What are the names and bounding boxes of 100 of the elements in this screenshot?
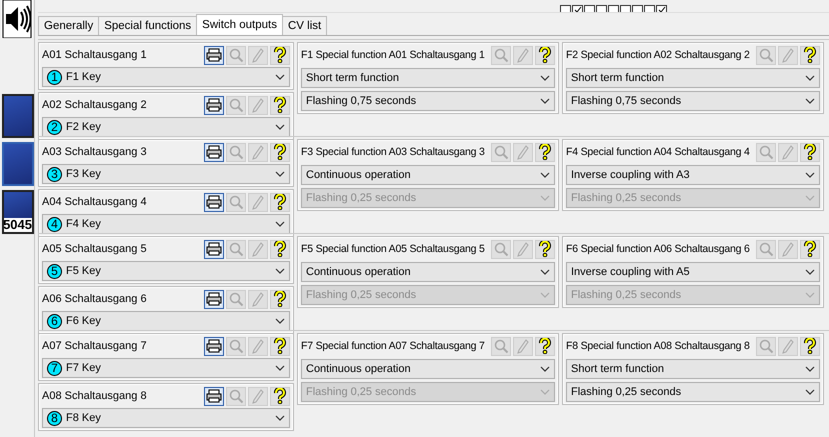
function-title: F1 Special function A01 Schaltausgang 1 — [301, 49, 486, 61]
help-icon — [274, 144, 286, 160]
printer-icon — [206, 145, 222, 159]
help-button[interactable] — [270, 96, 290, 114]
printer-icon — [206, 389, 222, 403]
help-button[interactable] — [270, 240, 290, 258]
tab[interactable]: Generally — [38, 16, 100, 35]
search-icon — [494, 242, 508, 256]
photo-placeholder — [4, 96, 32, 136]
function-title: F7 Special function A07 Schaltausgang 7 — [301, 340, 486, 352]
number-badge: 6 — [47, 314, 62, 328]
output-title: A06 Schaltausgang 6 — [42, 293, 148, 305]
pencil-icon — [517, 48, 529, 62]
help-button[interactable] — [800, 240, 820, 258]
print-button[interactable] — [204, 240, 224, 258]
search-button[interactable] — [756, 240, 776, 258]
mode-dropdown[interactable]: Continuous operation — [301, 262, 555, 282]
search-button[interactable] — [491, 46, 511, 64]
caret-icon — [275, 74, 285, 80]
search-button[interactable] — [756, 336, 776, 356]
search-icon — [228, 388, 244, 404]
help-icon — [539, 144, 551, 160]
function-title: F8 Special function A08 Schaltausgang 8 — [566, 340, 751, 352]
search-button[interactable] — [756, 46, 776, 64]
help-button[interactable] — [270, 336, 290, 356]
key-dropdown[interactable]: 7 F7 Key — [42, 358, 290, 378]
caret-icon — [540, 366, 550, 372]
caret-icon — [275, 268, 285, 274]
mode-dropdown[interactable]: Short term function — [301, 68, 555, 88]
help-button[interactable] — [535, 142, 555, 162]
key-dropdown[interactable]: 6 F6 Key — [42, 311, 290, 331]
help-button[interactable] — [535, 240, 555, 258]
key-text: F5 Key — [66, 265, 102, 277]
search-button[interactable] — [756, 142, 776, 162]
help-button[interactable] — [535, 336, 555, 356]
caret-icon — [805, 389, 815, 395]
mode-dropdown[interactable]: Short term function — [566, 68, 820, 88]
help-button[interactable] — [270, 386, 290, 406]
key-dropdown[interactable]: 4 F4 Key — [42, 214, 290, 234]
help-button[interactable] — [270, 142, 290, 162]
function-title: F5 Special function A05 Schaltausgang 5 — [301, 243, 486, 255]
device-thumbnail[interactable] — [2, 94, 34, 138]
mode-dropdown[interactable]: Inverse coupling with A5 — [566, 262, 820, 282]
caret-icon — [805, 292, 815, 298]
help-icon — [539, 241, 551, 257]
pencil-icon — [252, 48, 264, 62]
key-dropdown[interactable]: 2 F2 Key — [42, 117, 290, 137]
caret-icon — [805, 98, 815, 104]
function-title: F6 Special function A06 Schaltausgang 6 — [566, 243, 751, 255]
help-button[interactable] — [800, 336, 820, 356]
printer-icon — [206, 195, 222, 209]
caret-icon — [275, 365, 285, 371]
search-button[interactable] — [491, 240, 511, 258]
pencil-icon — [517, 144, 529, 160]
print-button[interactable] — [204, 336, 224, 356]
tab[interactable]: Switch outputs — [196, 14, 283, 35]
tab[interactable]: CV list — [282, 16, 328, 35]
print-button[interactable] — [204, 96, 224, 114]
pencil-icon — [252, 98, 264, 112]
help-button[interactable] — [535, 46, 555, 64]
help-button[interactable] — [800, 46, 820, 64]
key-dropdown[interactable]: 5 F5 Key — [42, 261, 290, 281]
caret-icon — [540, 195, 550, 201]
key-dropdown[interactable]: 1 F1 Key — [42, 67, 290, 87]
help-icon — [274, 388, 286, 404]
print-button[interactable] — [204, 290, 224, 308]
help-icon — [804, 338, 816, 354]
help-button[interactable] — [270, 290, 290, 308]
printer-icon — [206, 48, 222, 62]
print-button[interactable] — [204, 192, 224, 212]
pencil-icon — [517, 242, 529, 256]
help-button[interactable] — [800, 142, 820, 162]
output-title: A01 Schaltausgang 1 — [42, 49, 148, 61]
print-button[interactable] — [204, 142, 224, 162]
flashing-dropdown[interactable]: Flashing 0,75 seconds — [301, 91, 555, 111]
flashing-dropdown[interactable]: Flashing 0,75 seconds — [566, 91, 820, 111]
number-badge: 1 — [47, 70, 62, 84]
number-badge: 2 — [47, 120, 62, 134]
caret-icon — [805, 366, 815, 372]
search-button[interactable] — [491, 142, 511, 162]
device-thumbnail[interactable] — [2, 142, 34, 186]
mode-dropdown[interactable]: Short term function — [566, 359, 820, 379]
mode-dropdown[interactable]: Inverse coupling with A3 — [566, 165, 820, 185]
search-button[interactable] — [491, 336, 511, 356]
help-button[interactable] — [270, 46, 290, 64]
mode-dropdown[interactable]: Continuous operation — [301, 359, 555, 379]
key-dropdown[interactable]: 8 F8 Key — [42, 408, 290, 428]
output-title: A02 Schaltausgang 2 — [42, 99, 148, 111]
key-dropdown[interactable]: 3 F3 Key — [42, 164, 290, 184]
output-title: A07 Schaltausgang 7 — [42, 340, 148, 352]
print-button[interactable] — [204, 46, 224, 64]
flashing-dropdown[interactable]: Flashing 0,25 seconds — [566, 382, 820, 402]
caret-icon — [275, 221, 285, 227]
pencil-icon — [782, 338, 794, 354]
number-badge: 5 — [47, 264, 62, 278]
help-button[interactable] — [270, 192, 290, 212]
output-title: A05 Schaltausgang 5 — [42, 243, 148, 255]
print-button[interactable] — [204, 386, 224, 406]
mode-dropdown[interactable]: Continuous operation — [301, 165, 555, 185]
pencil-icon — [252, 388, 264, 404]
